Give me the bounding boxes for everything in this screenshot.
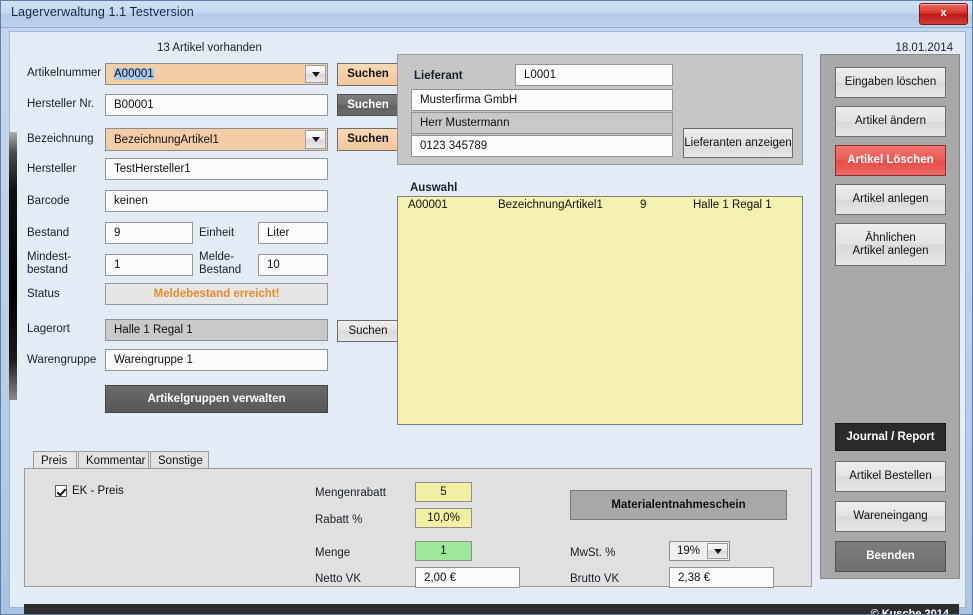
cell-article-number: A00001 [408,199,448,211]
label-mengenrabatt: Mengenrabatt [315,487,386,499]
netto-vk-input[interactable]: 2,00 € [415,567,520,588]
create-article-button[interactable]: Artikel anlegen [835,184,946,215]
label-bestand: Bestand [27,227,70,239]
search-bezeichnung-button[interactable]: Suchen [337,128,399,151]
label-mwst: MwSt. % [570,547,616,559]
label-bezeichnung: Bezeichnung [27,133,94,145]
mwst-combobox[interactable]: 19% [669,541,730,561]
artikelnummer-combobox[interactable]: A00001 [105,63,328,85]
meldebestand-input[interactable]: 10 [258,254,328,276]
label-status: Status [27,288,60,300]
einheit-input[interactable]: Liter [258,222,328,244]
search-hersteller-nr-button[interactable]: Suchen [337,94,399,116]
tab-kommentar[interactable]: Kommentar [78,451,149,469]
label-artikelnummer: Artikelnummer [27,67,102,79]
label-rabatt-prozent: Rabatt % [315,514,363,526]
chevron-down-icon[interactable] [305,130,326,149]
label-warengruppe: Warengruppe [27,354,97,366]
order-article-button[interactable]: Artikel Bestellen [835,461,946,492]
mindestbestand-input[interactable]: 1 [105,254,193,276]
supplier-title: Lieferant [414,70,463,82]
left-scrollbar[interactable] [9,132,17,400]
application-window: Lagerverwaltung 1.1 Testversion x 13 Art… [0,0,973,615]
cell-article-name: BezeichnungArtikel1 [498,199,603,211]
label-mindestbestand: Mindest- bestand [27,251,72,276]
current-date-label: 18.01.2014 [895,42,953,54]
supplier-phone-input[interactable]: 0123 345789 [411,135,673,157]
tab-sonstige[interactable]: Sonstige [150,451,209,469]
label-brutto-vk: Brutto VK [570,573,620,585]
window-title: Lagerverwaltung 1.1 Testversion [11,5,194,19]
label-hersteller: Hersteller [27,163,77,175]
copyright-label: © Kusche 2014 [870,608,949,615]
article-count-label: 13 Artikel vorhanden [157,42,262,54]
exit-button[interactable]: Beenden [835,541,946,572]
label-einheit: Einheit [199,227,235,239]
material-withdrawal-button[interactable]: Materialentnahmeschein [570,490,787,520]
chevron-down-icon[interactable] [707,543,728,559]
hersteller-nr-input[interactable]: B00001 [105,94,328,116]
edit-article-button[interactable]: Artikel ändern [835,106,946,137]
show-suppliers-button[interactable]: Lieferanten anzeigen [683,128,793,158]
ek-preis-checkbox[interactable]: EK - Preis [55,485,124,497]
label-meldebestand: Melde- Bestand [199,251,242,276]
table-row[interactable]: A00001 BezeichnungArtikel1 9 Halle 1 Reg… [398,197,802,215]
label-menge: Menge [315,547,351,559]
tab-content-preis: EK - Preis Mengenrabatt 5 Rabatt % 10,0%… [24,468,812,588]
mengenrabatt-input[interactable]: 5 [415,482,472,502]
warengruppe-input[interactable]: Warengruppe 1 [105,349,328,371]
brutto-vk-input[interactable]: 2,38 € [669,567,774,588]
cell-quantity: 9 [640,199,647,211]
ek-preis-label: EK - Preis [72,485,124,497]
checkbox-icon [55,485,67,497]
status-bar: © Kusche 2014 [24,604,959,615]
supplier-number-input[interactable]: L0001 [515,64,673,86]
label-lagerort: Lagerort [27,323,70,335]
hersteller-input[interactable]: TestHersteller1 [105,158,328,180]
selection-title: Auswahl [410,182,458,194]
close-button[interactable]: x [919,3,968,25]
mwst-value: 19% [676,545,701,557]
search-lagerort-button[interactable]: Suchen [337,320,399,342]
label-barcode: Barcode [27,195,70,207]
title-bar: Lagerverwaltung 1.1 Testversion x [1,1,972,28]
supplier-company-input[interactable]: Musterfirma GmbH [411,89,673,111]
manage-article-groups-button[interactable]: Artikelgruppen verwalten [105,385,328,413]
label-netto-vk: Netto VK [315,573,362,585]
journal-report-button[interactable]: Journal / Report [835,423,946,451]
bestand-input[interactable]: 9 [105,222,193,244]
barcode-input[interactable]: keinen [105,190,328,212]
selection-list[interactable]: A00001 BezeichnungArtikel1 9 Halle 1 Reg… [397,196,803,425]
chevron-down-icon[interactable] [305,65,326,83]
clear-inputs-button[interactable]: Eingaben löschen [835,67,946,98]
goods-receipt-button[interactable]: Wareneingang [835,501,946,532]
supplier-panel: Lieferant L0001 Musterfirma GmbH Herr Mu… [397,54,803,165]
label-hersteller-nr: Hersteller Nr. [27,98,95,110]
bezeichnung-combobox[interactable]: BezeichnungArtikel1 [105,128,328,151]
status-field: Meldebestand erreicht! [105,283,328,305]
bezeichnung-value: BezeichnungArtikel1 [114,133,219,146]
action-button-rail: Eingaben löschen Artikel ändern Artikel … [820,54,960,579]
supplier-contact-input[interactable]: Herr Mustermann [411,112,673,134]
client-area: 13 Artikel vorhanden 18.01.2014 Artikeln… [9,31,966,614]
cell-location: Halle 1 Regal 1 [693,199,772,211]
create-similar-article-button[interactable]: Ähnlichen Artikel anlegen [835,223,946,266]
rabatt-prozent-input[interactable]: 10,0% [415,508,472,528]
detail-tab-panel: Preis Kommentar Sonstige EK - Preis Meng… [24,451,812,588]
delete-article-button[interactable]: Artikel Löschen [835,145,946,176]
artikelnummer-value: A00001 [114,68,154,80]
tab-preis[interactable]: Preis [33,451,77,469]
lagerort-input[interactable]: Halle 1 Regal 1 [105,319,328,341]
menge-input[interactable]: 1 [415,541,472,561]
search-artikelnummer-button[interactable]: Suchen [337,63,399,86]
